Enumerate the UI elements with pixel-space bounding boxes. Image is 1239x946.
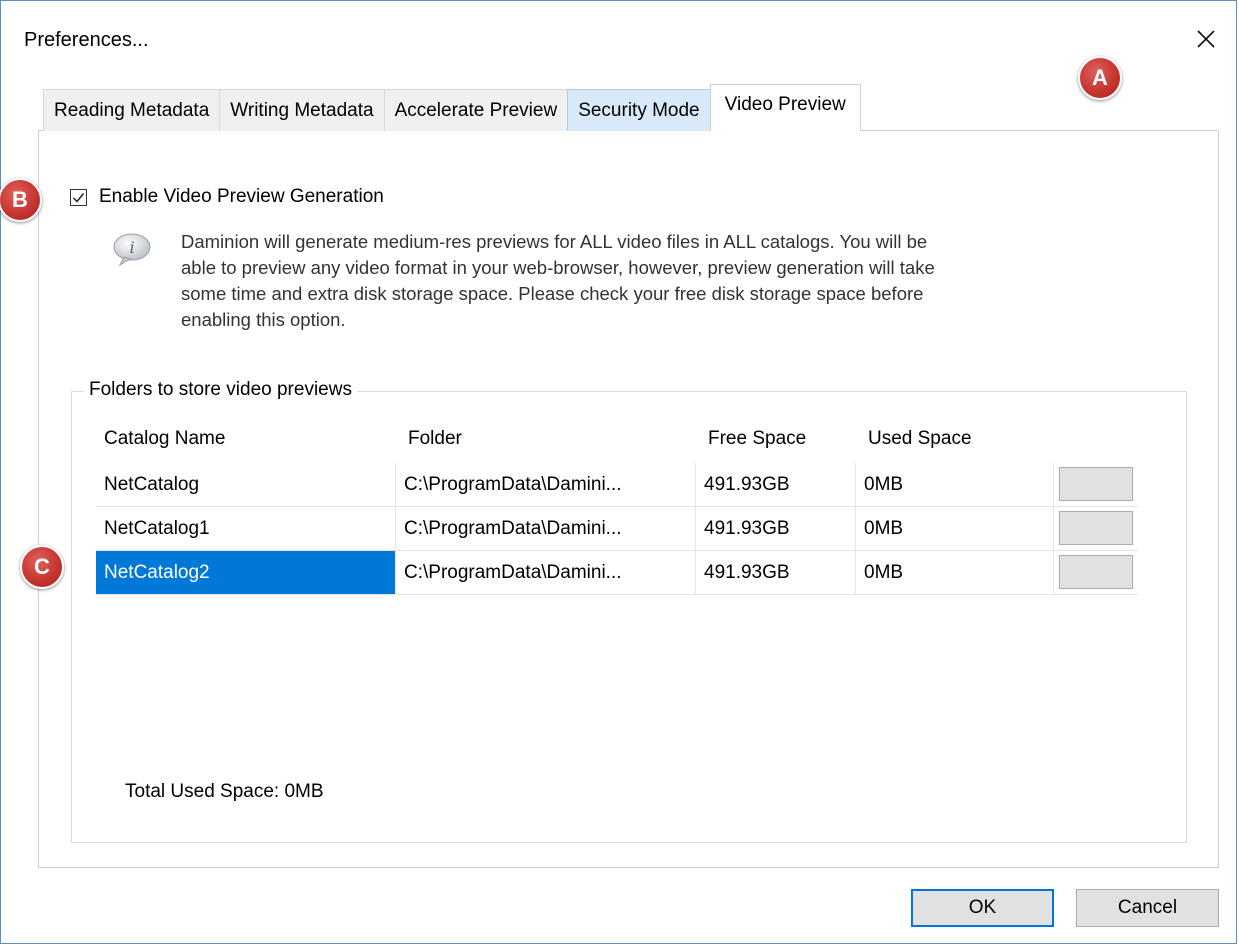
cell-free-space: 491.93GB [696,551,856,594]
column-header-catalog-name: Catalog Name [104,428,226,449]
enable-video-preview-checkbox[interactable]: Enable Video Preview Generation [70,186,384,208]
cell-catalog-name: NetCatalog [96,463,396,506]
checkbox-box[interactable] [70,188,87,206]
table-row[interactable]: NetCatalog C:\ProgramData\Damini... 491.… [96,463,1138,507]
folders-groupbox [71,391,1187,843]
info-line: Daminion will generate medium-res previe… [181,231,928,252]
tab-writing-metadata[interactable]: Writing Metadata [219,89,385,131]
column-header-free-space: Free Space [708,428,807,449]
cell-used-space: 0MB [856,463,1054,506]
table-row[interactable]: NetCatalog1 C:\ProgramData\Damini... 491… [96,507,1138,551]
close-icon [1197,30,1215,48]
info-line: some time and extra disk storage space. … [181,283,924,304]
checkbox-label: Enable Video Preview Generation [99,186,384,207]
title-bar: Preferences... [1,1,1236,79]
tab-accelerate-preview[interactable]: Accelerate Preview [383,89,569,131]
annotation-badge-c: C [20,545,64,589]
info-bubble-icon: i [113,233,151,267]
cancel-button[interactable]: Cancel [1076,889,1219,927]
cell-free-space: 491.93GB [696,507,856,550]
table-row[interactable]: NetCatalog2 C:\ProgramData\Damini... 491… [96,551,1138,595]
cell-free-space: 491.93GB [696,463,856,506]
total-used-space: Total Used Space: 0MB [125,781,324,802]
info-line: enabling this option. [181,309,346,330]
cell-folder: C:\ProgramData\Damini... [396,463,696,506]
cell-folder: C:\ProgramData\Damini... [396,551,696,594]
cell-catalog-name[interactable]: NetCatalog2 [96,551,396,594]
ok-button[interactable]: OK [911,889,1054,927]
cell-folder: C:\ProgramData\Damini... [396,507,696,550]
cell-catalog-name: NetCatalog1 [96,507,396,550]
browse-folder-button[interactable] [1059,555,1133,589]
checkmark-icon [72,192,85,203]
tab-security-mode[interactable]: Security Mode [567,89,711,131]
annotation-badge-a: A [1078,56,1122,100]
browse-folder-button[interactable] [1059,467,1133,501]
folders-table: NetCatalog C:\ProgramData\Damini... 491.… [96,463,1138,595]
column-header-folder: Folder [408,428,462,449]
folders-groupbox-legend: Folders to store video previews [84,379,357,401]
column-header-used-space: Used Space [868,428,972,449]
tab-strip: Reading Metadata Writing Metadata Accele… [43,84,861,131]
cell-used-space: 0MB [856,551,1054,594]
info-description: Daminion will generate medium-res previe… [181,229,1181,333]
svg-text:i: i [129,238,134,257]
annotation-badge-b: B [0,178,42,222]
window-title: Preferences... [24,29,149,51]
tab-reading-metadata[interactable]: Reading Metadata [43,89,221,131]
tab-video-preview[interactable]: Video Preview [709,84,861,131]
close-button[interactable] [1186,19,1226,59]
info-line: able to preview any video format in your… [181,257,935,278]
browse-folder-button[interactable] [1059,511,1133,545]
cell-used-space: 0MB [856,507,1054,550]
